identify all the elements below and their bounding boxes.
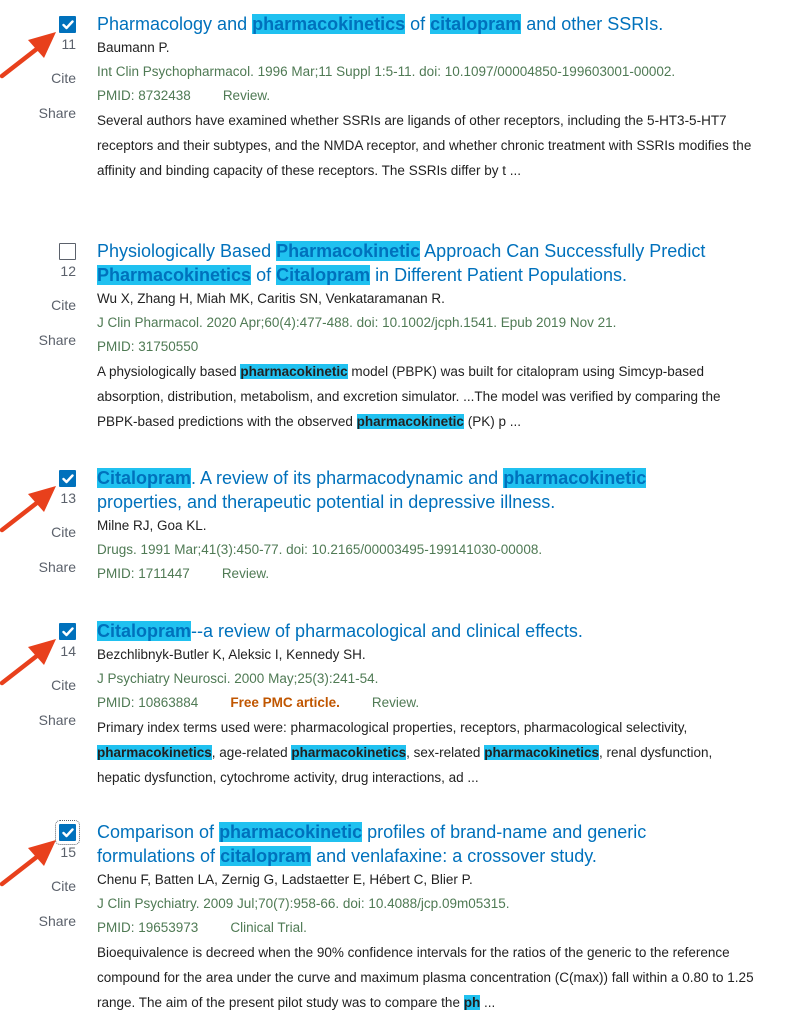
- result-citation: Int Clin Psychopharmacol. 1996 Mar;11 Su…: [97, 64, 676, 79]
- result-meta: PMID: 10863884 Free PMC article. Review.: [97, 691, 777, 715]
- select-result-checkbox[interactable]: [59, 623, 76, 640]
- pmid: PMID: 19653973: [97, 920, 199, 935]
- checkmark-icon: [62, 627, 74, 637]
- search-term-highlight: Citalopram: [97, 468, 192, 488]
- pmid: PMID: 8732438: [97, 88, 191, 103]
- search-term-highlight: citalopram: [220, 846, 312, 866]
- title-text: of: [251, 265, 277, 285]
- select-result-checkbox[interactable]: [55, 820, 80, 845]
- title-text: in Different Patient Populations.: [370, 265, 627, 285]
- result-meta: PMID: 31750550: [97, 335, 777, 359]
- checkmark-icon: [62, 828, 74, 838]
- result-citation: Drugs. 1991 Mar;41(3):450-77. doi: 10.21…: [97, 542, 543, 557]
- snippet-text: Several authors have examined whether SS…: [97, 113, 752, 178]
- result-number: 13: [60, 490, 76, 506]
- title-text: --a review of pharmacological and clinic…: [191, 621, 583, 641]
- publication-type: Review.: [221, 566, 270, 581]
- snippet-text: ...: [480, 995, 496, 1010]
- share-button[interactable]: Share: [39, 332, 76, 348]
- snippet-text: , sex-related: [406, 745, 485, 760]
- cite-button[interactable]: Cite: [51, 297, 76, 313]
- search-term-highlight: pharmacokinetics: [291, 745, 407, 760]
- result-number: 12: [60, 263, 76, 279]
- result-meta: PMID: 8732438 Review.: [97, 84, 777, 108]
- search-term-highlight: Pharmacokinetic: [276, 241, 421, 261]
- snippet-text: , age-related: [211, 745, 292, 760]
- result-authors: Bezchlibnyk-Butler K, Aleksic I, Kennedy…: [97, 647, 366, 662]
- search-term-highlight: Pharmacokinetics: [97, 265, 252, 285]
- result-citation: J Clin Pharmacol. 2020 Apr;60(4):477-488…: [97, 315, 617, 330]
- checkmark-icon: [62, 474, 74, 484]
- select-result-checkbox[interactable]: [59, 16, 76, 33]
- result-number: 14: [60, 643, 76, 659]
- select-result-checkbox[interactable]: [59, 243, 76, 260]
- search-term-highlight: citalopram: [430, 14, 522, 34]
- share-button[interactable]: Share: [39, 559, 76, 575]
- result-title-link[interactable]: Pharmacology and pharmacokinetics of cit…: [97, 12, 737, 36]
- title-text: and other SSRIs.: [521, 14, 664, 34]
- publication-type: Clinical Trial.: [230, 920, 307, 935]
- result-number: 11: [61, 36, 76, 52]
- result-content: Physiologically Based Pharmacokinetic Ap…: [97, 239, 777, 434]
- result-title-link[interactable]: Citalopram. A review of its pharmacodyna…: [97, 466, 682, 514]
- search-term-highlight: Citalopram: [97, 621, 192, 641]
- search-term-highlight: pharmacokinetics: [252, 14, 406, 34]
- result-content: Pharmacology and pharmacokinetics of cit…: [97, 12, 777, 183]
- title-text: properties, and therapeutic potential in…: [97, 492, 556, 512]
- cite-button[interactable]: Cite: [51, 677, 76, 693]
- snippet-text: (PK) p ...: [463, 414, 521, 429]
- title-text: and venlafaxine: a crossover study.: [311, 846, 597, 866]
- result-snippet: Primary index terms used were: pharmacol…: [97, 715, 757, 790]
- pmid: PMID: 10863884: [97, 695, 199, 710]
- result-citation: J Clin Psychiatry. 2009 Jul;70(7):958-66…: [97, 896, 510, 911]
- search-term-highlight: pharmacokinetic: [503, 468, 647, 488]
- title-text: of: [405, 14, 431, 34]
- result-authors: Milne RJ, Goa KL.: [97, 518, 207, 533]
- result-authors: Baumann P.: [97, 40, 170, 55]
- result-title-link[interactable]: Citalopram--a review of pharmacological …: [97, 619, 737, 643]
- search-term-highlight: pharmacokinetics: [484, 745, 599, 760]
- search-term-highlight: pharmacokinetics: [97, 745, 212, 760]
- result-snippet: Several authors have examined whether SS…: [97, 108, 757, 183]
- checkmark-icon: [62, 20, 74, 30]
- search-term-highlight: ph: [463, 995, 481, 1010]
- share-button[interactable]: Share: [39, 913, 76, 929]
- publication-type: Review.: [371, 695, 420, 710]
- search-term-highlight: pharmacokinetic: [219, 822, 363, 842]
- result-authors: Chenu F, Batten LA, Zernig G, Ladstaette…: [97, 872, 473, 887]
- title-text: Comparison of: [97, 822, 220, 842]
- share-button[interactable]: Share: [39, 105, 76, 121]
- free-pmc-badge: Free PMC article.: [230, 695, 340, 710]
- snippet-text: Primary index terms used were: pharmacol…: [97, 720, 688, 735]
- title-text: Approach Can Successfully Predict: [420, 241, 706, 261]
- pmid: PMID: 31750550: [97, 339, 199, 354]
- title-text: . A review of its pharmacodynamic and: [191, 468, 504, 488]
- snippet-text: Bioequivalence is decreed when the 90% c…: [97, 945, 754, 1010]
- result-meta: PMID: 19653973 Clinical Trial.: [97, 916, 777, 940]
- pmid: PMID: 1711447: [97, 566, 190, 581]
- cite-button[interactable]: Cite: [51, 70, 76, 86]
- result-title-link[interactable]: Physiologically Based Pharmacokinetic Ap…: [97, 239, 737, 287]
- title-text: Pharmacology and: [97, 14, 253, 34]
- result-snippet: Bioequivalence is decreed when the 90% c…: [97, 940, 757, 1015]
- search-term-highlight: Citalopram: [276, 265, 371, 285]
- result-content: Comparison of pharmacokinetic profiles o…: [97, 820, 777, 1015]
- result-snippet: A physiologically based pharmacokinetic …: [97, 359, 757, 434]
- share-button[interactable]: Share: [39, 712, 76, 728]
- snippet-text: A physiologically based: [97, 364, 241, 379]
- search-term-highlight: pharmacokinetic: [240, 364, 348, 379]
- result-authors: Wu X, Zhang H, Miah MK, Caritis SN, Venk…: [97, 291, 445, 306]
- title-text: Physiologically Based: [97, 241, 277, 261]
- result-meta: PMID: 1711447 Review.: [97, 562, 777, 586]
- cite-button[interactable]: Cite: [51, 524, 76, 540]
- result-citation: J Psychiatry Neurosci. 2000 May;25(3):24…: [97, 671, 379, 686]
- search-term-highlight: pharmacokinetic: [356, 414, 464, 429]
- publication-type: Review.: [222, 88, 271, 103]
- result-content: Citalopram. A review of its pharmacodyna…: [97, 466, 777, 586]
- result-title-link[interactable]: Comparison of pharmacokinetic profiles o…: [97, 820, 687, 868]
- select-result-checkbox[interactable]: [59, 470, 76, 487]
- result-number: 15: [60, 844, 76, 860]
- result-content: Citalopram--a review of pharmacological …: [97, 619, 777, 790]
- cite-button[interactable]: Cite: [51, 878, 76, 894]
